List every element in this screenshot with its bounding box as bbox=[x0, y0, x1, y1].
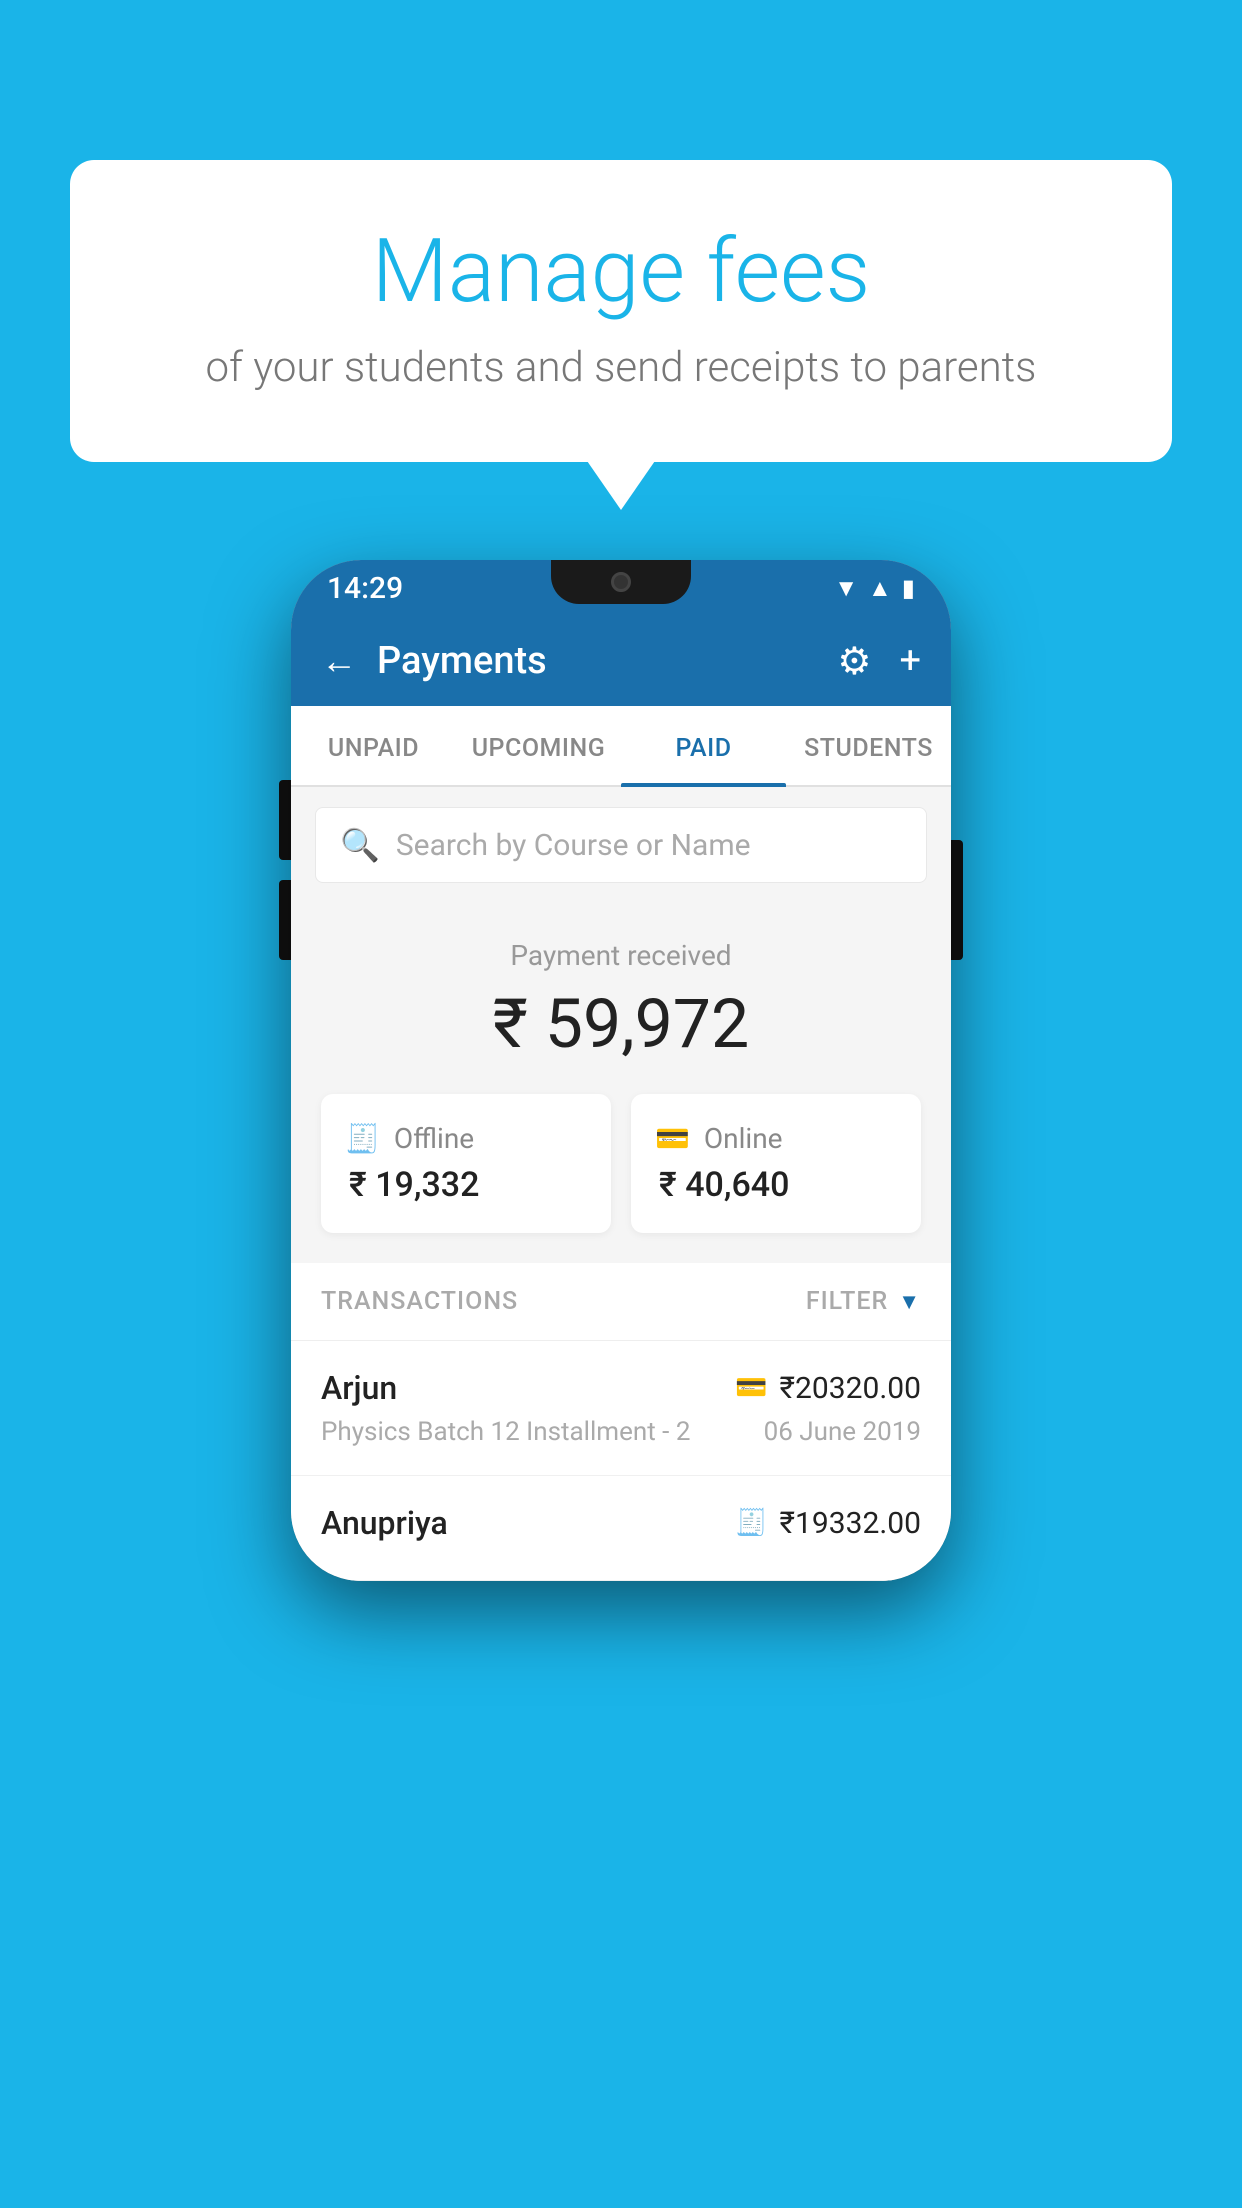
speech-bubble: Manage fees of your students and send re… bbox=[70, 160, 1172, 462]
notch bbox=[551, 560, 691, 604]
side-button-left-bottom bbox=[279, 880, 291, 960]
payment-received-label: Payment received bbox=[321, 939, 921, 972]
header-right: ⚙ + bbox=[837, 639, 921, 684]
cash-payment-icon: 🧾 bbox=[735, 1508, 767, 1538]
transaction-amount-wrapper: 💳 ₹20320.00 bbox=[735, 1371, 921, 1406]
card-payment-icon: 💳 bbox=[735, 1373, 767, 1403]
search-placeholder: Search by Course or Name bbox=[396, 828, 751, 863]
tab-paid[interactable]: PAID bbox=[621, 706, 786, 785]
signal-icon: ▲ bbox=[868, 574, 892, 603]
camera bbox=[611, 572, 631, 592]
tab-upcoming[interactable]: UPCOMING bbox=[456, 706, 621, 785]
transaction-amount: ₹19332.00 bbox=[780, 1506, 921, 1541]
app-header: ← Payments ⚙ + bbox=[291, 616, 951, 706]
transaction-row[interactable]: Anupriya 🧾 ₹19332.00 bbox=[291, 1476, 951, 1581]
transaction-date: 06 June 2019 bbox=[764, 1417, 921, 1447]
transaction-row[interactable]: Arjun 💳 ₹20320.00 Physics Batch 12 Insta… bbox=[291, 1341, 951, 1476]
transaction-amount: ₹20320.00 bbox=[780, 1371, 921, 1406]
status-time: 14:29 bbox=[327, 571, 403, 606]
speech-bubble-container: Manage fees of your students and send re… bbox=[70, 160, 1172, 462]
add-icon[interactable]: + bbox=[899, 639, 921, 683]
offline-card-header: 🧾 Offline bbox=[345, 1122, 474, 1155]
tab-students[interactable]: STUDENTS bbox=[786, 706, 951, 785]
payment-summary: Payment received ₹ 59,972 🧾 Offline ₹ 19… bbox=[291, 903, 951, 1263]
transaction-top: Arjun 💳 ₹20320.00 bbox=[321, 1369, 921, 1407]
search-container: 🔍 Search by Course or Name bbox=[291, 787, 951, 903]
phone-wrapper: 14:29 ▼ ▲ ▮ ← Payments ⚙ + bbox=[291, 560, 951, 1581]
transactions-header: TRANSACTIONS FILTER ▼ bbox=[291, 1263, 951, 1341]
tab-unpaid[interactable]: UNPAID bbox=[291, 706, 456, 785]
filter-button[interactable]: FILTER ▼ bbox=[806, 1287, 921, 1316]
payment-cards: 🧾 Offline ₹ 19,332 💳 Online ₹ 40,640 bbox=[321, 1094, 921, 1233]
status-icons: ▼ ▲ ▮ bbox=[834, 574, 915, 603]
header-left: ← Payments bbox=[321, 639, 547, 683]
phone: 14:29 ▼ ▲ ▮ ← Payments ⚙ + bbox=[291, 560, 951, 1581]
online-card: 💳 Online ₹ 40,640 bbox=[631, 1094, 921, 1233]
offline-amount: ₹ 19,332 bbox=[345, 1165, 479, 1205]
filter-label: FILTER bbox=[806, 1287, 888, 1316]
back-button[interactable]: ← bbox=[321, 640, 357, 682]
online-card-header: 💳 Online bbox=[655, 1122, 783, 1155]
status-bar: 14:29 ▼ ▲ ▮ bbox=[291, 560, 951, 616]
search-icon: 🔍 bbox=[340, 826, 380, 864]
transaction-name: Anupriya bbox=[321, 1504, 448, 1542]
speech-bubble-title: Manage fees bbox=[150, 220, 1092, 323]
page-title: Payments bbox=[377, 639, 547, 683]
side-button-left-top bbox=[279, 780, 291, 860]
transaction-bottom: Physics Batch 12 Installment - 2 06 June… bbox=[321, 1417, 921, 1447]
side-button-right bbox=[951, 840, 963, 960]
transactions-label: TRANSACTIONS bbox=[321, 1287, 518, 1316]
transaction-course: Physics Batch 12 Installment - 2 bbox=[321, 1417, 690, 1447]
offline-icon: 🧾 bbox=[345, 1122, 380, 1155]
online-icon: 💳 bbox=[655, 1122, 690, 1155]
gear-icon[interactable]: ⚙ bbox=[837, 639, 871, 684]
online-label: Online bbox=[704, 1122, 783, 1155]
search-bar[interactable]: 🔍 Search by Course or Name bbox=[315, 807, 927, 883]
transaction-top: Anupriya 🧾 ₹19332.00 bbox=[321, 1504, 921, 1542]
offline-label: Offline bbox=[394, 1122, 474, 1155]
wifi-icon: ▼ bbox=[834, 574, 858, 603]
battery-icon: ▮ bbox=[902, 574, 915, 602]
offline-card: 🧾 Offline ₹ 19,332 bbox=[321, 1094, 611, 1233]
phone-screen: 14:29 ▼ ▲ ▮ ← Payments ⚙ + bbox=[291, 560, 951, 1581]
speech-bubble-subtitle: of your students and send receipts to pa… bbox=[150, 343, 1092, 392]
transaction-amount-wrapper: 🧾 ₹19332.00 bbox=[735, 1506, 921, 1541]
tabs-bar: UNPAID UPCOMING PAID STUDENTS bbox=[291, 706, 951, 787]
transaction-name: Arjun bbox=[321, 1369, 397, 1407]
online-amount: ₹ 40,640 bbox=[655, 1165, 789, 1205]
phone-container: 14:29 ▼ ▲ ▮ ← Payments ⚙ + bbox=[291, 560, 951, 1581]
payment-total-amount: ₹ 59,972 bbox=[321, 984, 921, 1064]
filter-icon: ▼ bbox=[898, 1289, 921, 1315]
